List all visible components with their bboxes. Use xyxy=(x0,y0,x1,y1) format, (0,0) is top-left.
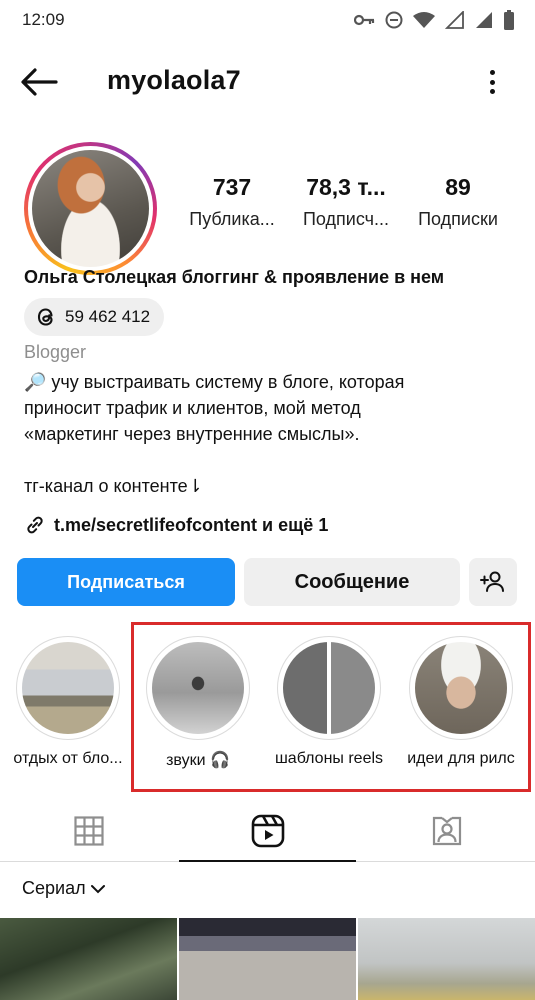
active-tab-indicator xyxy=(179,860,356,862)
back-button[interactable] xyxy=(20,64,64,100)
reel-thumbnail[interactable] xyxy=(358,918,535,1000)
wifi-icon xyxy=(413,12,435,28)
profile-stats: 737 Публика... 78,3 т... Подписч... 89 П… xyxy=(170,172,535,242)
bio-line: тг-канал о контенте⇂ xyxy=(24,476,203,496)
profile-username: myolaola7 xyxy=(107,65,241,95)
follow-button[interactable]: Подписаться xyxy=(17,558,235,606)
stat-posts-count: 737 xyxy=(212,174,252,200)
cellular-signal-icon xyxy=(476,12,492,28)
reel-thumbnail[interactable] xyxy=(0,918,177,1000)
link-icon xyxy=(27,516,43,534)
reel-thumbnail[interactable] xyxy=(179,918,356,1000)
highlight-cover xyxy=(22,642,114,734)
tab-reels[interactable] xyxy=(179,800,357,862)
message-button[interactable]: Сообщение xyxy=(244,558,460,606)
threads-icon xyxy=(37,308,53,326)
avatar xyxy=(32,150,149,267)
status-time: 12:09 xyxy=(22,10,65,29)
bio-line: «маркетинг через внутренние смыслы». xyxy=(24,424,360,444)
highlight-label: отдых от бло... xyxy=(13,750,123,767)
more-options-button[interactable] xyxy=(485,66,499,98)
chevron-down-icon xyxy=(90,884,105,893)
profile-header: myolaola7 xyxy=(0,50,535,114)
grid-icon xyxy=(74,816,104,846)
tab-posts-grid[interactable] xyxy=(0,800,178,862)
profile-full-name: Ольга Столецкая блоггинг & проявление в … xyxy=(24,267,445,287)
add-person-icon xyxy=(480,571,504,592)
more-dot-icon xyxy=(489,79,495,85)
battery-icon xyxy=(504,10,514,30)
back-arrow-icon xyxy=(21,68,58,96)
profile-bio: 🔎 учу выстраивать систему в блоге, котор… xyxy=(24,369,524,499)
bio-line xyxy=(24,447,524,473)
stat-followers-label: Подписч... xyxy=(302,209,390,229)
stat-following-label: Подписки xyxy=(418,209,498,229)
more-dot-icon xyxy=(489,70,495,75)
more-dot-icon xyxy=(489,89,495,94)
key-icon xyxy=(354,14,375,26)
status-bar: 12:09 xyxy=(0,0,535,40)
reels-icon xyxy=(251,814,285,848)
tagged-person-icon xyxy=(432,816,462,846)
avatar-story-ring[interactable] xyxy=(24,142,157,275)
stat-followers-count: 78,3 т... xyxy=(306,174,386,200)
highlight-selection-frame xyxy=(131,622,531,792)
profile-actions: Подписаться Сообщение xyxy=(17,558,517,606)
tab-tagged[interactable] xyxy=(358,800,535,862)
stat-posts[interactable]: 737 Публика... xyxy=(173,172,291,232)
highlight-item[interactable]: отдых от бло... xyxy=(3,636,133,768)
threads-badge[interactable]: 59 462 412 xyxy=(24,298,165,336)
profile-category: Blogger xyxy=(24,342,87,362)
content-tabs xyxy=(0,800,535,862)
stat-following-count: 89 xyxy=(445,174,471,200)
profile-link[interactable]: t.me/secretlifeofcontent и ещё 1 xyxy=(24,514,328,536)
stat-posts-label: Публика... xyxy=(189,209,275,229)
bio-line: приносит трафик и клиентов, мой метод xyxy=(24,398,361,418)
series-filter-label: Сериал xyxy=(22,878,86,898)
bio-line: 🔎 учу выстраивать систему в блоге, котор… xyxy=(24,372,405,392)
stat-followers[interactable]: 78,3 т... Подписч... xyxy=(287,172,405,232)
stat-following[interactable]: 89 Подписки xyxy=(399,172,517,232)
reels-grid xyxy=(0,918,535,1000)
cellular-signal-outline-icon xyxy=(445,11,464,29)
series-filter-dropdown[interactable]: Сериал xyxy=(22,878,106,899)
suggested-users-button[interactable] xyxy=(469,558,517,606)
do-not-disturb-icon xyxy=(385,11,403,29)
status-icons xyxy=(354,10,515,30)
threads-follower-count: 59 462 412 xyxy=(65,307,151,326)
profile-link-text: t.me/secretlifeofcontent и ещё 1 xyxy=(54,514,329,535)
